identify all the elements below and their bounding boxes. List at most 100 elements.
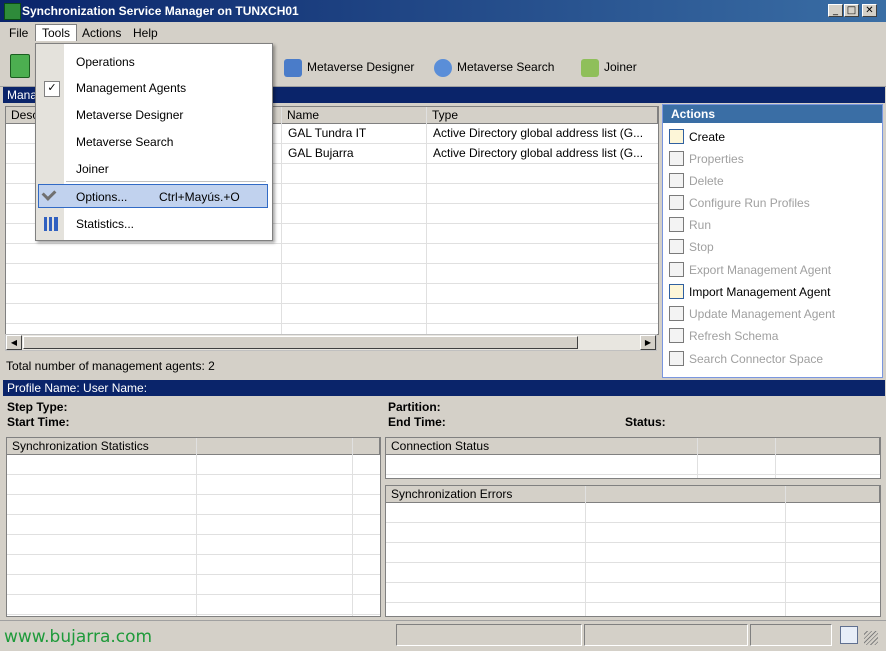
column-sync-statistics[interactable]: Synchronization Statistics [7,438,197,455]
status-bar: www.bujarra.com [0,620,886,651]
action-configure-run-profiles: Configure Run Profiles [669,193,810,213]
metaverse-search-button[interactable]: Metaverse Search [434,56,554,78]
stop-icon [669,239,684,255]
run-icon [669,217,684,233]
app-icon [4,3,21,20]
network-icon [840,626,858,644]
menu-item-statistics[interactable]: Statistics... [38,212,268,236]
connection-status-grid: Connection Status [385,437,881,479]
metaverse-search-label: Metaverse Search [457,60,555,74]
menu-item-label: Statistics... [76,217,135,231]
menu-item-options[interactable]: Options... Ctrl+Mayús.+O [38,184,268,208]
table-row [7,495,380,515]
column-blank[interactable] [586,486,786,503]
menu-item-shortcut: Ctrl+Mayús.+O [159,190,240,204]
column-blank[interactable] [197,438,353,455]
table-row [7,535,380,555]
joiner-icon [581,58,599,77]
table-row [7,555,380,575]
menu-item-operations[interactable]: Operations [38,50,268,74]
table-row [386,563,880,583]
action-label: Stop [689,240,714,254]
table-row [386,503,880,523]
action-label: Properties [689,152,744,166]
table-row [386,543,880,563]
step-type-label: Step Type: [7,400,68,414]
column-blank[interactable] [776,438,880,455]
action-label: Import Management Agent [689,285,831,299]
refresh-icon [669,328,684,344]
scroll-right-icon[interactable]: ▶ [640,335,656,350]
joiner-button[interactable]: Joiner [581,56,637,78]
profile-header: Profile Name: User Name: [3,380,885,396]
column-type[interactable]: Type [427,107,658,124]
actions-panel: Actions Create Properties Delete Configu… [662,104,883,378]
search-icon [669,351,684,367]
menu-tools[interactable]: Tools [35,24,78,41]
status-label: Status: [625,415,666,429]
table-row [7,595,380,615]
column-blank[interactable] [786,486,880,503]
end-time-label: End Time: [388,415,446,429]
action-properties: Properties [669,149,744,169]
menu-item-label: Metaverse Designer [76,108,184,122]
action-refresh-schema: Refresh Schema [669,326,778,346]
menu-item-label: Options... [76,190,128,204]
action-import-management-agent[interactable]: Import Management Agent [669,282,830,302]
menu-actions[interactable]: Actions [76,25,127,41]
action-label: Export Management Agent [689,263,832,277]
menu-file[interactable]: File [3,25,34,41]
sync-statistics-grid: Synchronization Statistics [6,437,381,617]
table-row [386,583,880,603]
column-sync-errors[interactable]: Synchronization Errors [386,486,586,503]
action-export-management-agent: Export Management Agent [669,260,831,280]
menu-help[interactable]: Help [127,25,164,41]
watermark: www.bujarra.com [4,627,153,647]
table-row [7,455,380,475]
status-panel [584,624,748,646]
tools-dropdown-menu: Operations ✓ Management Agents Metaverse… [35,43,273,241]
action-delete: Delete [669,171,724,191]
partition-label: Partition: [388,400,441,414]
actions-title: Actions [663,105,882,123]
column-blank[interactable] [698,438,776,455]
agent-name: GAL Bujarra [288,146,354,160]
table-row [7,515,380,535]
action-label: Update Management Agent [689,307,836,321]
action-create[interactable]: Create [669,127,725,147]
menu-separator [66,181,266,182]
table-row [6,304,658,324]
window-title: Synchronization Service Manager on TUNXC… [22,4,299,18]
column-connection-status[interactable]: Connection Status [386,438,698,455]
column-name[interactable]: Name [282,107,427,124]
title-bar: Synchronization Service Manager on TUNXC… [0,0,886,22]
import-icon [669,284,684,300]
horizontal-scrollbar[interactable]: ◀ ▶ [5,334,657,351]
options-icon [41,186,57,201]
action-label: Search Connector Space [689,352,824,366]
table-row [7,575,380,595]
properties-icon [669,151,684,167]
table-row [6,284,658,304]
menu-item-metaverse-designer[interactable]: Metaverse Designer [38,103,268,127]
resize-grip-icon[interactable] [864,631,878,645]
table-row [386,523,880,543]
minimize-button[interactable]: _ [828,4,843,17]
action-run: Run [669,215,711,235]
close-button[interactable]: ✕ [862,4,877,17]
operations-icon[interactable] [10,54,30,78]
menu-item-management-agents[interactable]: ✓ Management Agents [38,76,268,100]
start-time-label: Start Time: [7,415,70,429]
column-blank[interactable] [353,438,380,455]
table-row [6,244,658,264]
menu-item-joiner[interactable]: Joiner [38,157,268,181]
menu-item-metaverse-search[interactable]: Metaverse Search [38,130,268,154]
metaverse-designer-button[interactable]: Metaverse Designer [284,56,414,78]
status-panel [750,624,832,646]
metaverse-search-icon [434,58,452,77]
maximize-button[interactable]: □ [844,4,859,17]
scroll-thumb[interactable] [23,336,578,349]
scroll-left-icon[interactable]: ◀ [6,335,22,350]
export-icon [669,262,684,278]
update-icon [669,306,684,322]
